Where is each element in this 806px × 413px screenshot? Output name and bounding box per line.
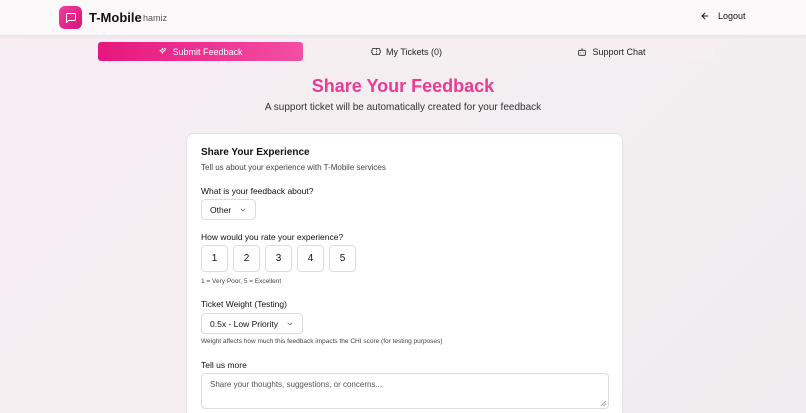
ticket-icon bbox=[370, 48, 381, 55]
rating-label: How would you rate your experience? bbox=[201, 232, 344, 242]
form-title: Share Your Experience bbox=[201, 147, 310, 158]
tab-my-tickets[interactable]: My Tickets (0) bbox=[304, 41, 509, 62]
rating-group: 1 2 3 4 5 bbox=[201, 245, 356, 272]
chevron-down-icon bbox=[287, 322, 293, 325]
logout-label: Logout bbox=[718, 11, 746, 21]
app-logo[interactable] bbox=[59, 6, 82, 29]
textarea-placeholder: Share your thoughts, suggestions, or con… bbox=[210, 380, 383, 389]
page-subtitle: A support ticket will be automatically c… bbox=[264, 102, 542, 113]
app-header: T-Mobile hamiz Logout bbox=[0, 0, 806, 36]
tab-label: Submit Feedback bbox=[172, 46, 243, 57]
weight-select[interactable]: 0.5x - Low Priority bbox=[201, 313, 304, 334]
topic-label: What is your feedback about? bbox=[201, 186, 314, 196]
sparkles-icon bbox=[159, 47, 167, 54]
rating-button-2[interactable]: 2 bbox=[233, 245, 260, 272]
brand-name: T-Mobile bbox=[89, 10, 142, 25]
rating-hint: 1 = Very Poor, 5 = Excellent bbox=[201, 278, 282, 285]
rating-button-5[interactable]: 5 bbox=[329, 245, 356, 272]
topic-select[interactable]: Other bbox=[201, 199, 257, 220]
topic-value: Other bbox=[210, 204, 232, 215]
main-tabs: Submit Feedback My Tickets (0) Support C… bbox=[97, 41, 714, 62]
username: hamiz bbox=[143, 13, 168, 23]
tab-label: My Tickets (0) bbox=[385, 46, 442, 57]
rating-button-4[interactable]: 4 bbox=[297, 245, 324, 272]
feedback-textarea[interactable]: Share your thoughts, suggestions, or con… bbox=[201, 373, 609, 409]
chevron-down-icon bbox=[240, 208, 246, 211]
tab-support-chat[interactable]: Support Chat bbox=[509, 41, 714, 62]
logout-button[interactable]: Logout bbox=[700, 11, 746, 21]
rating-button-1[interactable]: 1 bbox=[201, 245, 228, 272]
feedback-form-card: Share Your Experience Tell us about your… bbox=[186, 133, 623, 413]
rating-button-3[interactable]: 3 bbox=[265, 245, 292, 272]
message-square-icon bbox=[65, 12, 76, 23]
arrow-left-icon bbox=[701, 12, 709, 20]
weight-label: Ticket Weight (Testing) bbox=[201, 299, 287, 309]
page-title: Share Your Feedback bbox=[311, 76, 495, 96]
tab-submit-feedback[interactable]: Submit Feedback bbox=[98, 42, 303, 61]
weight-value: 0.5x - Low Priority bbox=[210, 318, 279, 329]
more-label: Tell us more bbox=[201, 360, 247, 370]
bot-icon bbox=[578, 47, 587, 56]
weight-hint: Weight affects how much this feedback im… bbox=[201, 338, 443, 345]
resize-handle-icon[interactable] bbox=[600, 400, 606, 406]
form-description: Tell us about your experience with T-Mob… bbox=[201, 163, 386, 172]
tab-label: Support Chat bbox=[592, 46, 646, 57]
